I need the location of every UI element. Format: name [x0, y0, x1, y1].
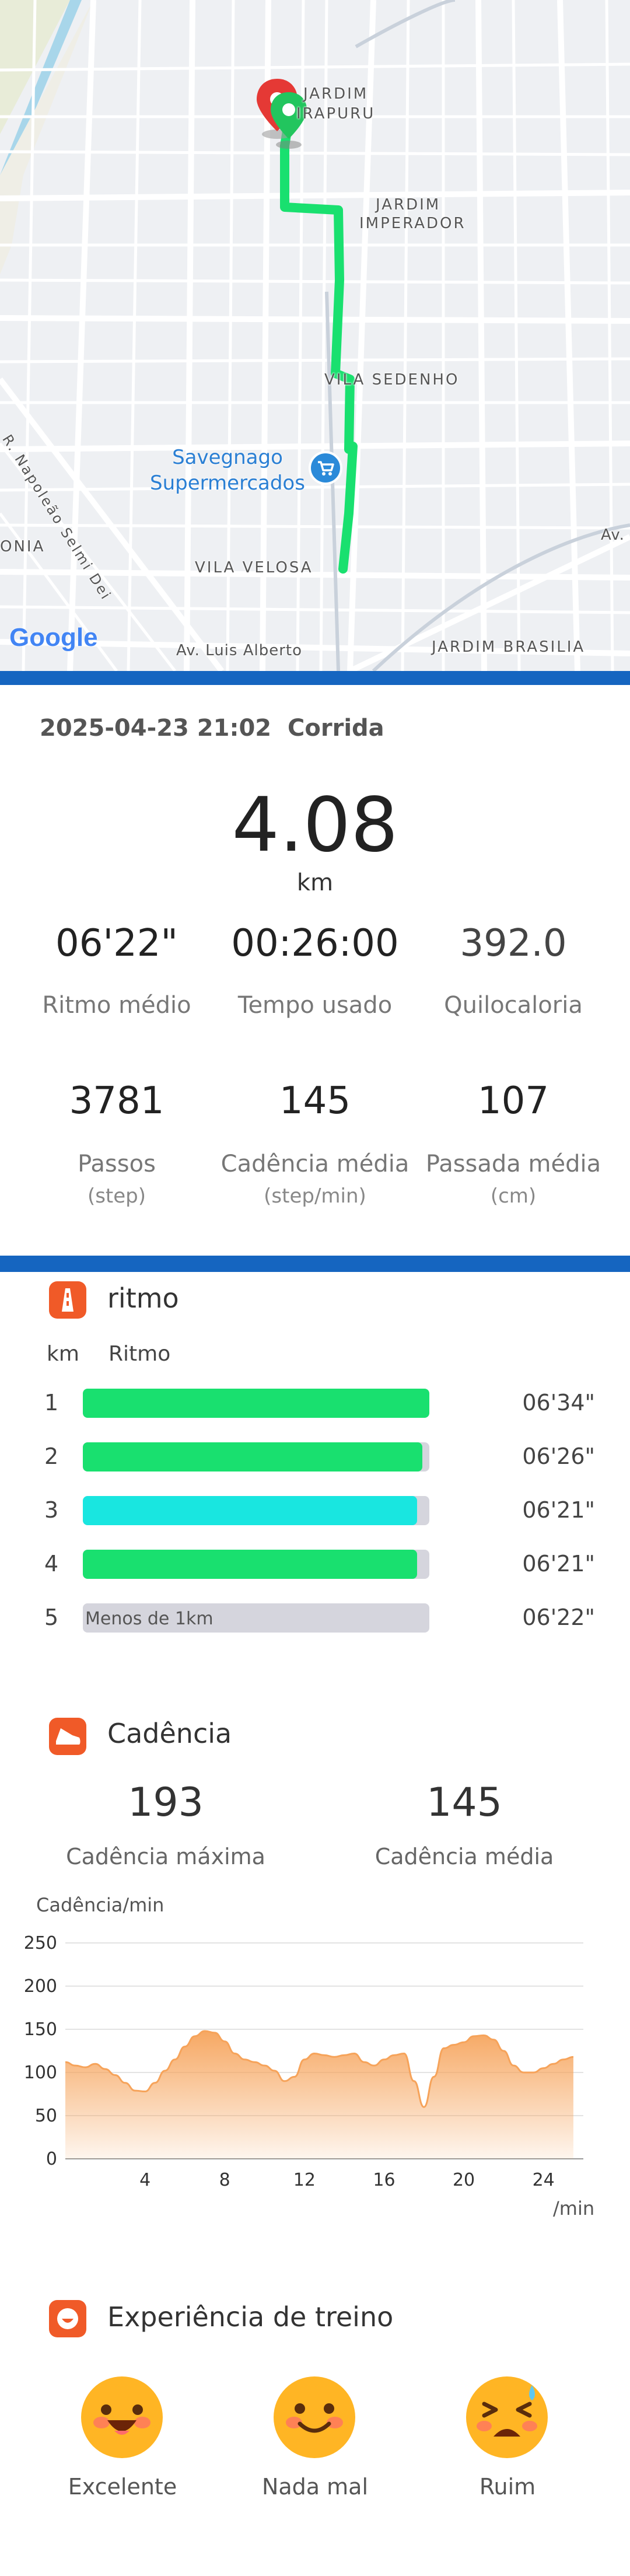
pace-row-time: 06'21": [522, 1497, 595, 1523]
chart-xtick-label: 8: [219, 2170, 230, 2190]
avg-cadence-label: Cadência média: [220, 1151, 410, 1177]
chart-area-fill: [65, 2030, 573, 2159]
smile-face-icon[interactable]: [271, 2374, 358, 2461]
chart-xtick-label: 20: [453, 2170, 475, 2190]
pace-row-bar: [83, 1550, 429, 1579]
poi-label[interactable]: Savegnago Supermercados: [140, 445, 315, 496]
calories-label: Quilocaloria: [444, 992, 583, 1019]
map-label: Av.: [601, 526, 625, 544]
divider-bar: [0, 671, 630, 685]
avg-cadence-unit: (step/min): [264, 1184, 366, 1208]
map-label: Av. Luis Alberto: [176, 642, 303, 659]
pace-row-bar: [83, 1496, 429, 1525]
pace-row-km: 3: [44, 1497, 59, 1523]
activity-header: 2025-04-23 21:02 Corrida: [40, 715, 384, 742]
route-map[interactable]: JARDIM IRAPURU JARDIM IMPERADOR VILA SED…: [0, 0, 630, 671]
experience-not-bad-label[interactable]: Nada mal: [228, 2474, 402, 2500]
chart-xtick-label: 12: [293, 2170, 316, 2190]
poi-name-line1: Savegnago: [172, 446, 283, 469]
max-cadence-label: Cadência máxima: [66, 1844, 265, 1869]
pace-row-bar: [83, 1442, 429, 1471]
experience-excellent-label[interactable]: Excelente: [35, 2474, 210, 2500]
pace-row-bar-fill: [83, 1442, 423, 1471]
avg-cadence-chart-label: Cadência média: [374, 1844, 554, 1869]
pace-icon: [49, 1281, 86, 1319]
chart-ytick-label: 250: [24, 1933, 57, 1953]
google-logo: Google: [9, 623, 98, 652]
steps-unit: (step): [87, 1184, 146, 1208]
map-label: VILA VELOSA: [195, 559, 313, 576]
chart-ylabel: Cadência/min: [36, 1894, 164, 1916]
map-label: ONIA: [0, 538, 46, 555]
poi-name-line2: Supermercados: [150, 471, 305, 495]
experience-icon: [49, 2300, 86, 2337]
pace-row-time: 06'21": [522, 1551, 595, 1577]
pace-col-km: km: [47, 1342, 79, 1366]
steps-label: Passos: [78, 1151, 156, 1177]
pace-row-km: 1: [44, 1390, 59, 1415]
distance-unit: km: [296, 869, 334, 896]
avg-stride-label: Passada média: [425, 1151, 601, 1177]
tired-face-icon[interactable]: [463, 2374, 551, 2461]
pace-row-time: 06'34": [522, 1390, 595, 1415]
avg-cadence-value: 145: [279, 1079, 351, 1123]
chart-ytick-label: 50: [35, 2106, 57, 2126]
chart-xtick-label: 24: [533, 2170, 555, 2190]
pace-row-note: Menos de 1km: [85, 1609, 214, 1629]
pace-row-km: 4: [44, 1551, 59, 1577]
pace-row-km: 2: [44, 1443, 59, 1469]
avg-stride-unit: (cm): [490, 1184, 537, 1208]
pace-row-bar-fill: [83, 1496, 418, 1525]
chart-ytick-label: 200: [24, 1976, 57, 1997]
avg-pace-label: Ritmo médio: [42, 992, 191, 1019]
pace-row-bar-fill: [83, 1550, 418, 1579]
avg-cadence-chart-value: 145: [426, 1780, 502, 1826]
time-used-value: 00:26:00: [231, 922, 399, 965]
route-line: [280, 115, 358, 574]
map-label: VILA SEDENHO: [324, 371, 460, 389]
pace-row-time: 06'26": [522, 1443, 595, 1469]
shopping-cart-icon[interactable]: [308, 450, 343, 485]
activity-datetime: 2025-04-23 21:02: [40, 715, 272, 742]
cadence-title: Cadência: [107, 1718, 232, 1749]
avg-pace-value: 06'22": [55, 922, 178, 965]
pace-title: ritmo: [107, 1282, 179, 1314]
activity-type: Corrida: [288, 715, 384, 742]
avg-stride-value: 107: [477, 1079, 550, 1123]
chart-ytick-label: 150: [24, 2019, 57, 2040]
sneaker-icon: [49, 1718, 86, 1755]
steps-value: 3781: [69, 1079, 164, 1123]
cadence-chart: 0 50 100 150 200 250 4 8 12 16 20 24: [24, 1933, 583, 2190]
calories-value: 392.0: [460, 922, 567, 965]
time-used-label: Tempo usado: [237, 992, 393, 1019]
map-label: JARDIM BRASILIA: [432, 638, 586, 656]
divider-bar: [0, 1256, 630, 1272]
max-cadence-value: 193: [128, 1780, 204, 1826]
map-label: JARDIM: [376, 196, 441, 214]
pace-row-km: 5: [44, 1605, 59, 1630]
distance-value: 4.08: [232, 782, 398, 869]
experience-bad-label[interactable]: Ruim: [420, 2474, 595, 2500]
map-label: IMPERADOR: [359, 215, 466, 232]
excellent-face-icon[interactable]: [78, 2374, 166, 2461]
chart-xtick-label: 4: [139, 2170, 150, 2190]
chart-xlabel: /min: [553, 2197, 595, 2220]
pace-col-pace: Ritmo: [108, 1342, 171, 1366]
experience-title: Experiência de treino: [107, 2301, 394, 2333]
map-label: IRAPURU: [296, 105, 376, 123]
chart-ytick-label: 100: [24, 2063, 57, 2083]
pace-row-time: 06'22": [522, 1605, 595, 1630]
pace-row-bar: Menos de 1km: [83, 1603, 429, 1633]
pace-row-bar-fill: [83, 1389, 429, 1418]
map-label: JARDIM: [303, 85, 369, 103]
pace-row-bar: [83, 1389, 429, 1418]
chart-ytick-label: 0: [46, 2149, 57, 2169]
chart-xtick-label: 16: [373, 2170, 395, 2190]
